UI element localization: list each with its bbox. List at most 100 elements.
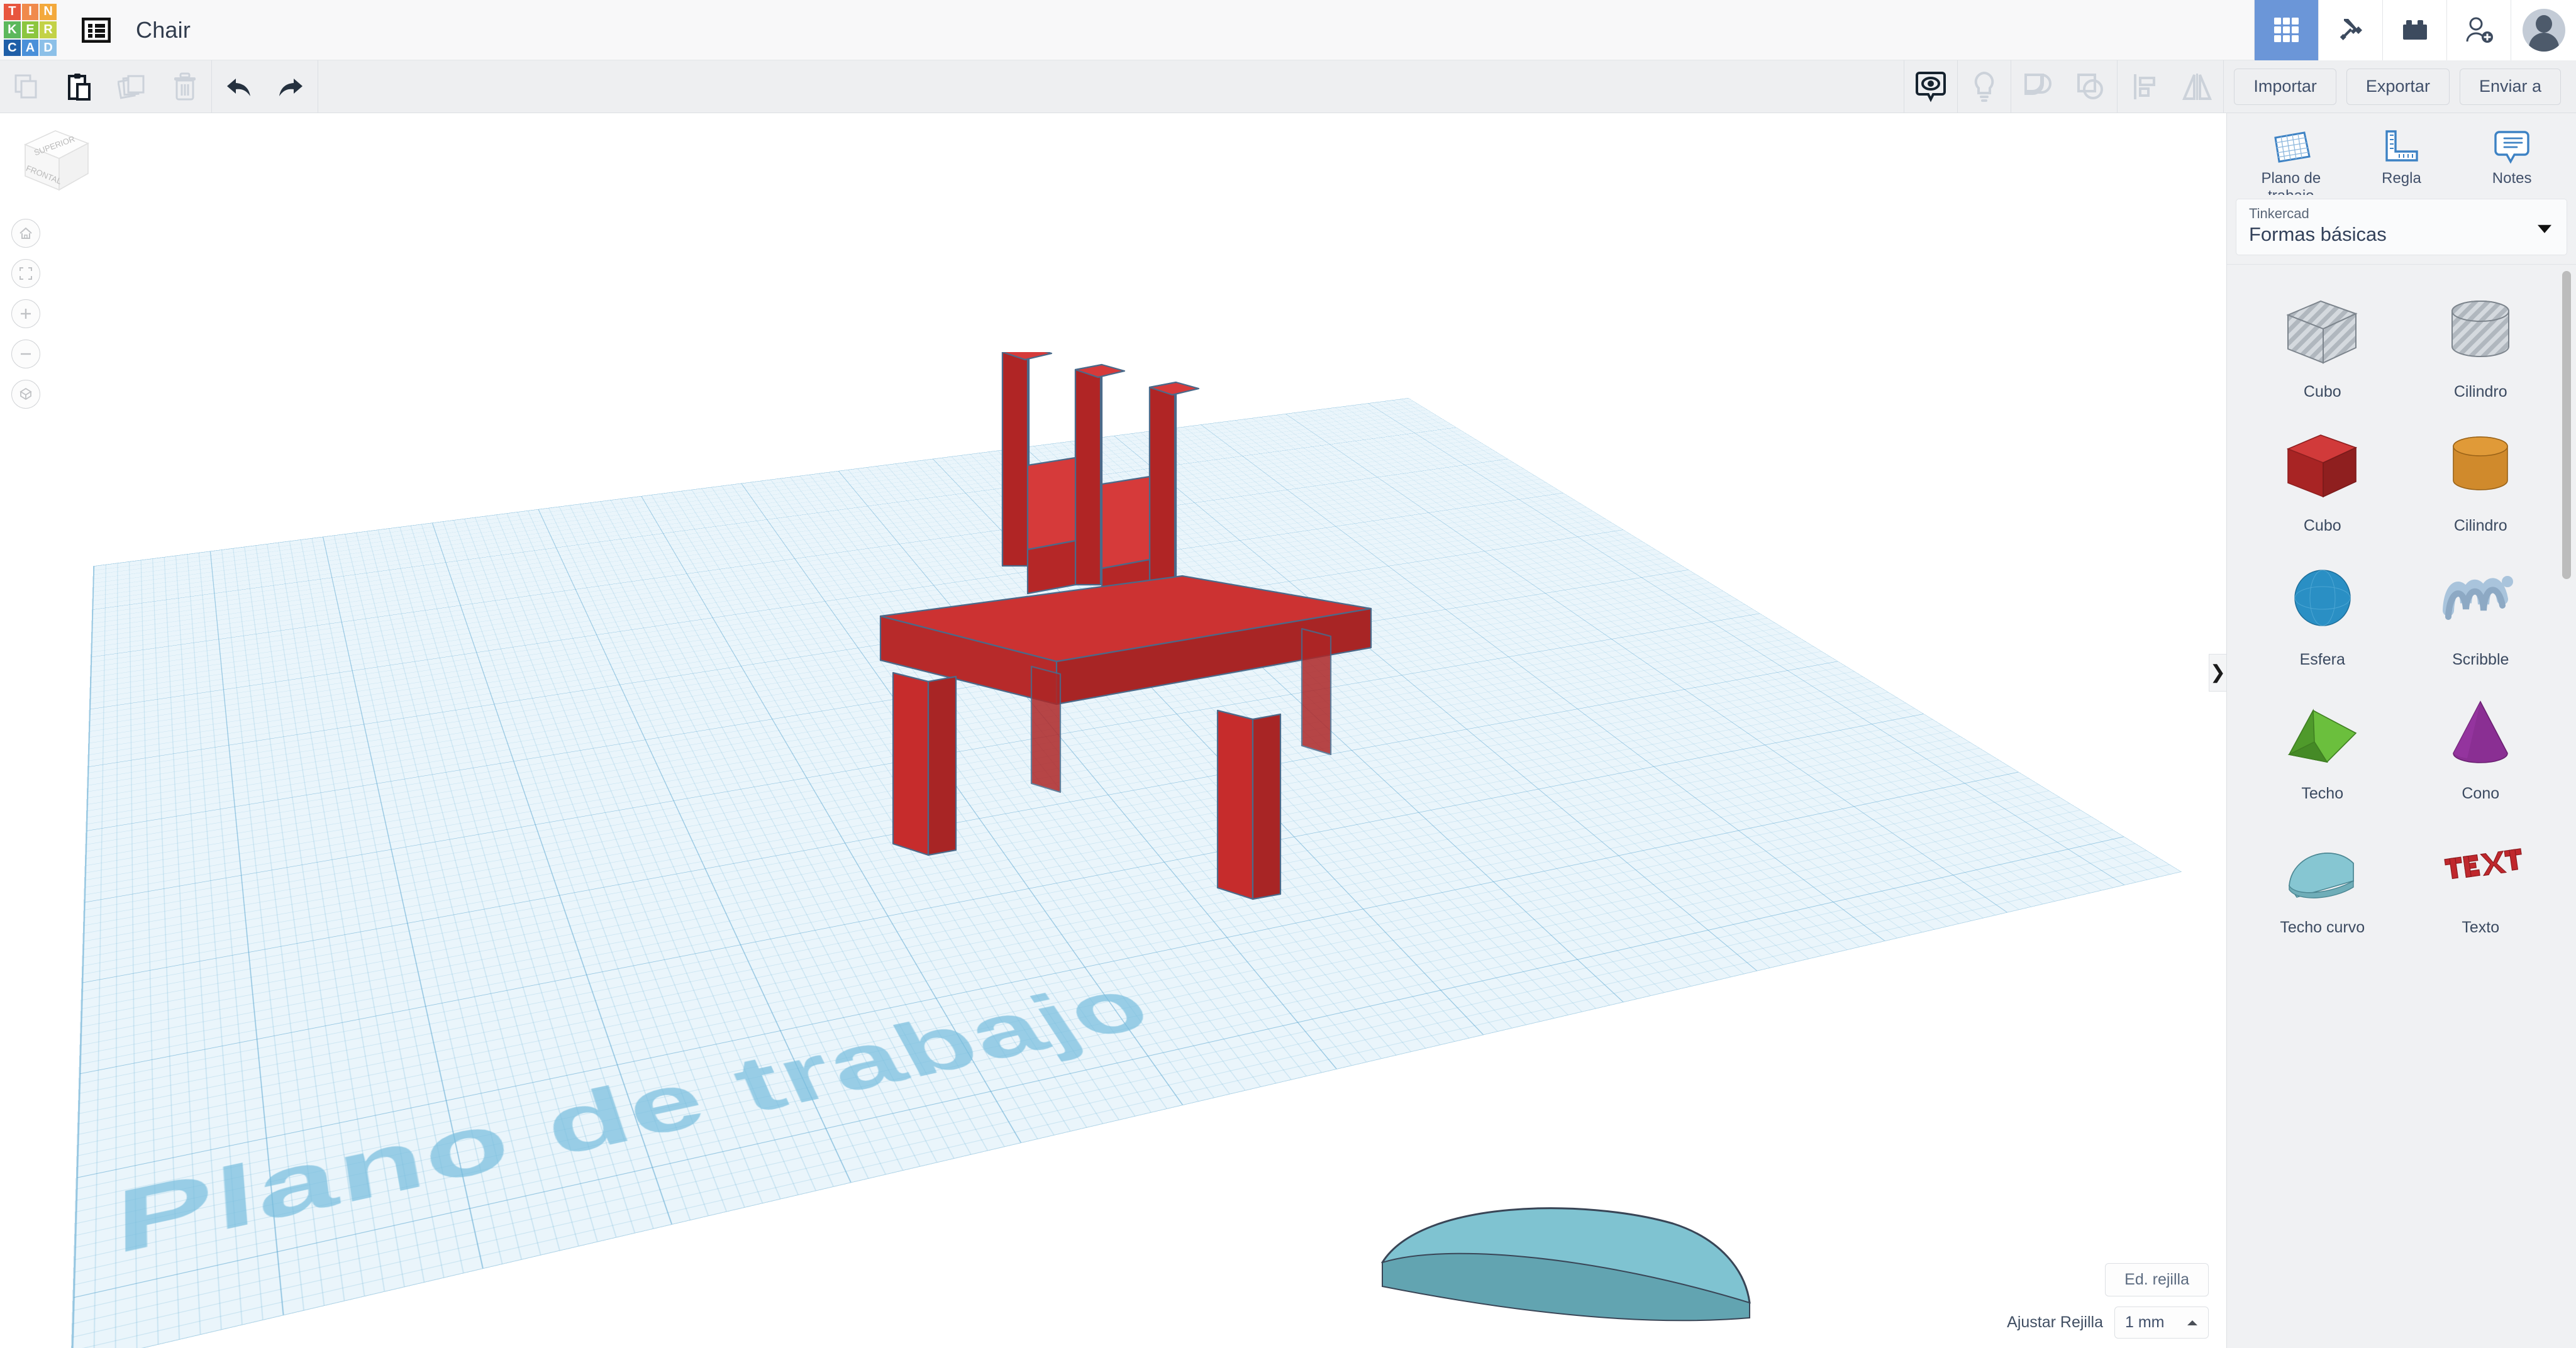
shape-label: Techo curvo <box>2280 919 2365 936</box>
ruler-icon <box>2351 127 2451 166</box>
chevron-up-icon <box>2187 1320 2197 1325</box>
logo-tile: R <box>40 21 57 38</box>
lego-brick-icon[interactable] <box>2382 0 2446 60</box>
sphere-icon <box>2243 555 2402 644</box>
zoom-out-button[interactable] <box>11 340 40 368</box>
workplane-tool-label: Plano de trabajo <box>2261 170 2321 195</box>
curved-roof-icon <box>2243 823 2402 912</box>
ruler-tool[interactable]: Regla <box>2351 127 2451 187</box>
library-category-label: Formas básicas <box>2249 223 2387 245</box>
export-button[interactable]: Exportar <box>2346 68 2450 105</box>
visibility-eye-icon[interactable] <box>1904 60 1957 113</box>
shape-label: Cono <box>2462 785 2500 802</box>
copy-icon[interactable] <box>0 60 53 113</box>
shapes-scrollbar[interactable] <box>2562 271 2571 579</box>
snap-grid-select[interactable]: 1 mm <box>2114 1307 2209 1339</box>
logo-tile: C <box>4 39 21 57</box>
shape-texto[interactable]: Texto <box>2402 817 2560 947</box>
shape-esfera[interactable]: Esfera <box>2243 549 2402 679</box>
grid-apps-icon[interactable] <box>2254 0 2318 60</box>
app-header: TIN KER CAD Chair <box>0 0 2576 60</box>
duplicate-icon[interactable] <box>106 60 158 113</box>
import-button[interactable]: Importar <box>2234 68 2336 105</box>
undo-icon[interactable] <box>212 60 265 113</box>
panel-collapse-handle[interactable]: ❯ <box>2209 654 2226 692</box>
logo-tile: T <box>4 3 21 21</box>
add-person-icon[interactable] <box>2446 0 2511 60</box>
avatar-image <box>2522 8 2565 52</box>
plus-icon <box>21 309 31 319</box>
lightbulb-icon[interactable] <box>1958 60 2011 113</box>
view-cube[interactable]: SUPERIOR FRONTAL <box>14 123 96 199</box>
mirror-icon[interactable] <box>2170 60 2223 113</box>
logo-tile: I <box>21 3 39 21</box>
align-icon[interactable] <box>2118 60 2170 113</box>
shape-cono[interactable]: Cono <box>2402 683 2560 813</box>
paste-icon[interactable] <box>53 60 106 113</box>
3d-viewport[interactable]: Plano de trabajo SUPERIOR FRONTAL ❯ Ed. … <box>0 113 2226 1348</box>
scribble-icon <box>2402 555 2560 644</box>
ungroup-icon[interactable] <box>2064 60 2117 113</box>
send-to-button[interactable]: Enviar a <box>2459 68 2561 105</box>
page-title: Chair <box>136 16 191 43</box>
chevron-down-icon <box>2538 224 2551 233</box>
logo-tile: D <box>40 39 57 57</box>
workplane-label: Plano de trabajo <box>115 964 1170 1274</box>
view-tools-group <box>1904 60 1957 113</box>
ruler-tool-label: Regla <box>2382 170 2421 187</box>
shape-label: Techo <box>2301 785 2344 802</box>
zoom-in-button[interactable] <box>11 299 40 328</box>
group-tools-group <box>2011 60 2117 113</box>
logo-tile: N <box>40 3 57 21</box>
shape-cubo[interactable]: Cubo <box>2243 415 2402 545</box>
header-actions <box>2254 0 2576 60</box>
history-group <box>212 60 318 113</box>
note-bubble-icon <box>2462 127 2562 166</box>
shape-scribble[interactable]: Scribble <box>2402 549 2560 679</box>
fit-frame-icon <box>19 267 32 280</box>
fit-to-view-button[interactable] <box>11 259 40 288</box>
snap-grid-label: Ajustar Rejilla <box>2007 1313 2103 1331</box>
logo-tile: K <box>4 21 21 38</box>
shapes-panel: Plano de trabajo Regla <box>2226 113 2576 1348</box>
shapes-list[interactable]: Cubo Cilindro Cubo Cilindro Esfera Scribble Te… <box>2227 264 2576 1348</box>
shape-cilindro-hole[interactable]: Cilindro <box>2402 281 2560 411</box>
curved-roof-model[interactable] <box>1377 1182 1755 1345</box>
delete-icon[interactable] <box>158 60 211 113</box>
home-icon <box>19 227 32 239</box>
shape-cilindro[interactable]: Cilindro <box>2402 415 2560 545</box>
shape-label: Cilindro <box>2453 383 2507 401</box>
workplane-tool[interactable]: Plano de trabajo <box>2241 127 2341 195</box>
home-view-button[interactable] <box>11 219 40 248</box>
shape-techo[interactable]: Techo <box>2243 683 2402 813</box>
cube-view-icon <box>19 387 32 401</box>
notes-tool[interactable]: Notes <box>2462 127 2562 187</box>
group-icon[interactable] <box>2011 60 2064 113</box>
main-toolbar: Importar Exportar Enviar a <box>0 60 2576 113</box>
shape-cubo-hole[interactable]: Cubo <box>2243 281 2402 411</box>
chair-model[interactable] <box>868 352 1384 981</box>
edit-tools-group <box>0 60 211 113</box>
tinkercad-logo[interactable]: TIN KER CAD <box>4 3 57 57</box>
ortho-perspective-toggle[interactable] <box>11 380 40 409</box>
cube-striped-icon <box>2243 287 2402 377</box>
pickaxe-icon[interactable] <box>2318 0 2382 60</box>
notes-tool-label: Notes <box>2492 170 2532 187</box>
redo-icon[interactable] <box>265 60 318 113</box>
panel-tools: Plano de trabajo Regla <box>2227 113 2576 195</box>
tinkercad-app: TINKERCAD Chair Importar Exportar Enviar… <box>0 0 2576 1348</box>
cyl-solid-icon <box>2402 421 2560 511</box>
shape-techo-curvo[interactable]: Techo curvo <box>2243 817 2402 947</box>
grid-edit-button[interactable]: Ed. rejilla <box>2105 1263 2209 1296</box>
shape-label: Scribble <box>2452 651 2509 668</box>
library-source-label: Tinkercad <box>2249 206 2309 221</box>
arrange-group <box>2118 60 2223 113</box>
avatar[interactable] <box>2511 0 2576 60</box>
list-icon[interactable] <box>79 16 113 45</box>
cone-icon <box>2402 689 2560 778</box>
snap-grid-value: 1 mm <box>2125 1313 2165 1331</box>
shape-library-select[interactable]: Tinkercad Formas básicas <box>2236 199 2567 255</box>
wedge-icon <box>2243 689 2402 778</box>
cyl-striped-icon <box>2402 287 2560 377</box>
lighting-group <box>1958 60 2011 113</box>
